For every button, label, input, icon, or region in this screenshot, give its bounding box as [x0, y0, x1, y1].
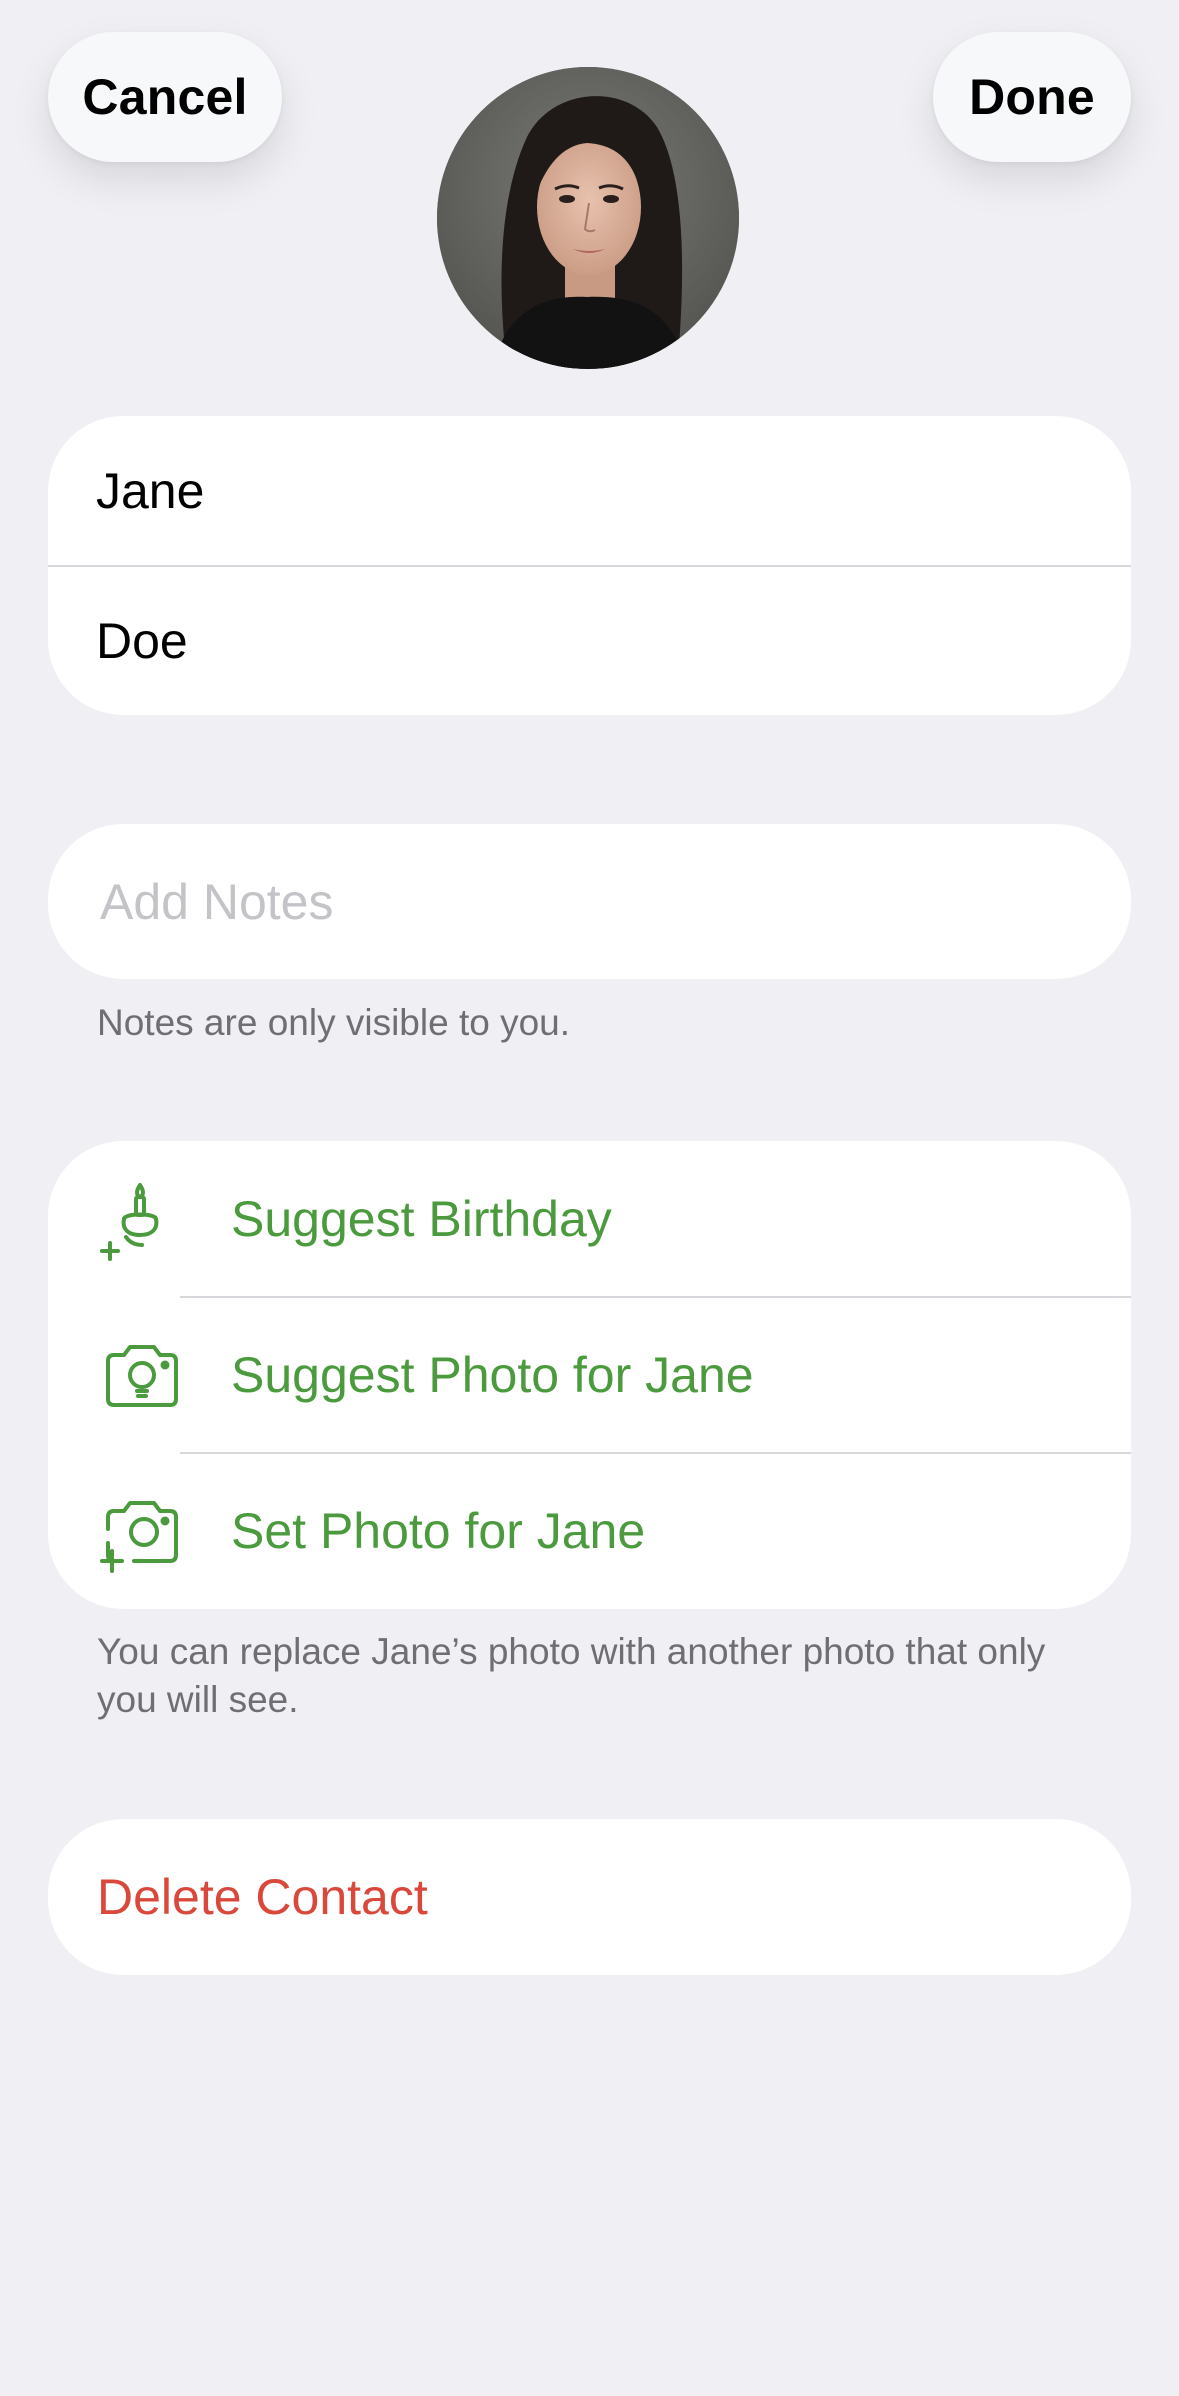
birthday-cake-plus-icon: [100, 1177, 184, 1261]
set-photo-button[interactable]: Set Photo for Jane: [48, 1453, 1131, 1609]
actions-divider: [180, 1296, 1131, 1298]
camera-plus-icon: [100, 1489, 184, 1573]
first-name-field[interactable]: Jane: [96, 416, 1083, 565]
last-name-value: Doe: [96, 612, 188, 669]
cancel-label: Cancel: [82, 69, 248, 125]
suggest-photo-button[interactable]: Suggest Photo for Jane: [48, 1297, 1131, 1453]
set-photo-label: Set Photo for Jane: [231, 1503, 646, 1559]
suggestions-card: Suggest Birthday Suggest Photo for Jane: [48, 1141, 1131, 1609]
notes-caption: Notes are only visible to you.: [97, 1002, 571, 1043]
contact-photo-image: [437, 67, 739, 369]
suggest-birthday-button[interactable]: Suggest Birthday: [48, 1141, 1131, 1297]
delete-contact-button[interactable]: Delete Contact: [48, 1819, 1131, 1975]
contact-photo[interactable]: [437, 67, 739, 369]
suggest-birthday-label: Suggest Birthday: [231, 1191, 612, 1247]
done-label: Done: [969, 69, 1095, 125]
last-name-field[interactable]: Doe: [96, 566, 1083, 715]
suggest-photo-label: Suggest Photo for Jane: [231, 1347, 754, 1403]
first-name-value: Jane: [96, 462, 205, 519]
name-divider: [48, 565, 1131, 567]
done-button[interactable]: Done: [933, 32, 1131, 162]
cancel-button[interactable]: Cancel: [48, 32, 282, 162]
actions-divider: [180, 1452, 1131, 1454]
notes-field[interactable]: Add Notes: [48, 824, 1131, 979]
delete-contact-label: Delete Contact: [97, 1869, 428, 1925]
notes-placeholder: Add Notes: [100, 873, 334, 930]
camera-lightbulb-icon: [100, 1333, 184, 1417]
photo-caption: You can replace Jane’s photo with anothe…: [97, 1631, 1046, 1720]
